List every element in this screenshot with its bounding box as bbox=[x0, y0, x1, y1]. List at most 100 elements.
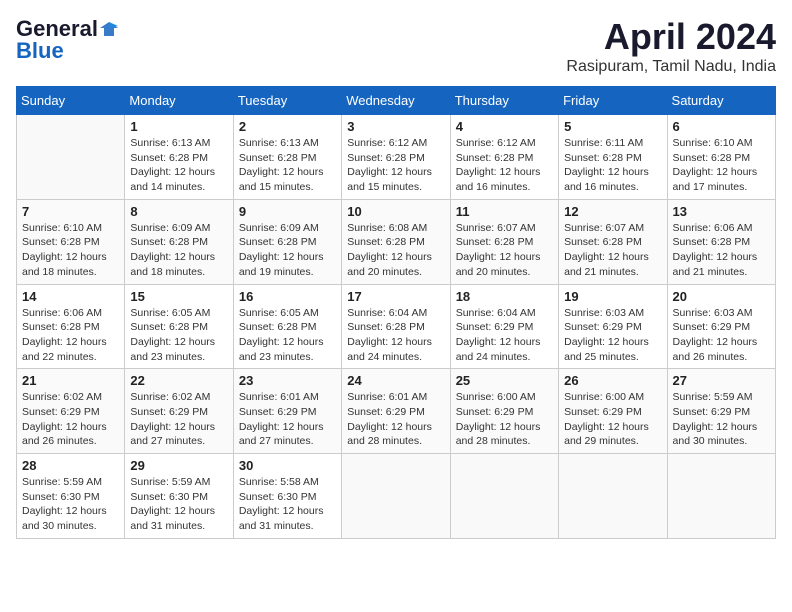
day-info: Sunrise: 6:06 AMSunset: 6:28 PMDaylight:… bbox=[673, 221, 770, 280]
calendar-cell: 27Sunrise: 5:59 AMSunset: 6:29 PMDayligh… bbox=[667, 369, 775, 454]
day-info: Sunrise: 6:02 AMSunset: 6:29 PMDaylight:… bbox=[130, 390, 227, 449]
day-info: Sunrise: 5:59 AMSunset: 6:29 PMDaylight:… bbox=[673, 390, 770, 449]
day-number: 3 bbox=[347, 119, 444, 134]
calendar-cell: 5Sunrise: 6:11 AMSunset: 6:28 PMDaylight… bbox=[559, 115, 667, 200]
day-info: Sunrise: 6:13 AMSunset: 6:28 PMDaylight:… bbox=[239, 136, 336, 195]
calendar-cell bbox=[342, 454, 450, 539]
day-number: 13 bbox=[673, 204, 770, 219]
day-info: Sunrise: 6:13 AMSunset: 6:28 PMDaylight:… bbox=[130, 136, 227, 195]
day-info: Sunrise: 6:02 AMSunset: 6:29 PMDaylight:… bbox=[22, 390, 119, 449]
weekday-header: Monday bbox=[125, 87, 233, 115]
day-info: Sunrise: 6:09 AMSunset: 6:28 PMDaylight:… bbox=[239, 221, 336, 280]
location: Rasipuram, Tamil Nadu, India bbox=[566, 58, 776, 76]
calendar-cell: 23 Sunrise: 6:01 AMSunset: 6:29 PMDayligh… bbox=[233, 369, 341, 454]
calendar-cell: 22 Sunrise: 6:02 AMSunset: 6:29 PMDayligh… bbox=[125, 369, 233, 454]
calendar-week-row: 14Sunrise: 6:06 AMSunset: 6:28 PMDayligh… bbox=[17, 284, 776, 369]
day-info: Sunrise: 6:01 AMSunset: 6:29 PMDaylight:… bbox=[239, 390, 336, 449]
day-info: Sunrise: 6:09 AMSunset: 6:28 PMDaylight:… bbox=[130, 221, 227, 280]
day-number: 17 bbox=[347, 289, 444, 304]
calendar-cell: 2 Sunrise: 6:13 AMSunset: 6:28 PMDaylight… bbox=[233, 115, 341, 200]
calendar-cell: 13 Sunrise: 6:06 AMSunset: 6:28 PMDayligh… bbox=[667, 199, 775, 284]
day-info: Sunrise: 6:01 AMSunset: 6:29 PMDaylight:… bbox=[347, 390, 444, 449]
calendar-cell bbox=[559, 454, 667, 539]
calendar-cell: 19 Sunrise: 6:03 AMSunset: 6:29 PMDayligh… bbox=[559, 284, 667, 369]
day-number: 5 bbox=[564, 119, 661, 134]
day-info: Sunrise: 6:07 AMSunset: 6:28 PMDaylight:… bbox=[456, 221, 553, 280]
day-info: Sunrise: 6:08 AMSunset: 6:28 PMDaylight:… bbox=[347, 221, 444, 280]
weekday-header: Saturday bbox=[667, 87, 775, 115]
page-header: General Blue April 2024 Rasipuram, Tamil… bbox=[16, 16, 776, 76]
calendar-cell: 7 Sunrise: 6:10 AMSunset: 6:28 PMDaylight… bbox=[17, 199, 125, 284]
calendar-cell: 4 Sunrise: 6:12 AMSunset: 6:28 PMDaylight… bbox=[450, 115, 558, 200]
day-info: Sunrise: 6:12 AMSunset: 6:28 PMDaylight:… bbox=[456, 136, 553, 195]
day-number: 21 bbox=[22, 373, 119, 388]
logo-blue: Blue bbox=[16, 38, 64, 64]
calendar-cell: 3 Sunrise: 6:12 AMSunset: 6:28 PMDaylight… bbox=[342, 115, 450, 200]
day-info: Sunrise: 6:10 AMSunset: 6:28 PMDaylight:… bbox=[22, 221, 119, 280]
weekday-header: Thursday bbox=[450, 87, 558, 115]
month-title: April 2024 bbox=[566, 16, 776, 58]
day-number: 16 bbox=[239, 289, 336, 304]
day-number: 19 bbox=[564, 289, 661, 304]
calendar-cell: 10 Sunrise: 6:08 AMSunset: 6:28 PMDayligh… bbox=[342, 199, 450, 284]
day-info: Sunrise: 5:59 AMSunset: 6:30 PMDaylight:… bbox=[22, 475, 119, 534]
calendar-week-row: 28 Sunrise: 5:59 AMSunset: 6:30 PMDayligh… bbox=[17, 454, 776, 539]
calendar-cell: 26 Sunrise: 6:00 AMSunset: 6:29 PMDayligh… bbox=[559, 369, 667, 454]
day-info: Sunrise: 6:04 AMSunset: 6:28 PMDaylight:… bbox=[347, 306, 444, 365]
calendar-cell: 28 Sunrise: 5:59 AMSunset: 6:30 PMDayligh… bbox=[17, 454, 125, 539]
day-number: 6 bbox=[673, 119, 770, 134]
title-section: April 2024 Rasipuram, Tamil Nadu, India bbox=[566, 16, 776, 76]
day-number: 11 bbox=[456, 204, 553, 219]
calendar-week-row: 1Sunrise: 6:13 AMSunset: 6:28 PMDaylight… bbox=[17, 115, 776, 200]
day-number: 26 bbox=[564, 373, 661, 388]
calendar-cell: 12 Sunrise: 6:07 AMSunset: 6:28 PMDayligh… bbox=[559, 199, 667, 284]
calendar-cell: 8Sunrise: 6:09 AMSunset: 6:28 PMDaylight… bbox=[125, 199, 233, 284]
day-number: 12 bbox=[564, 204, 661, 219]
calendar-table: SundayMondayTuesdayWednesdayThursdayFrid… bbox=[16, 86, 776, 539]
weekday-header: Wednesday bbox=[342, 87, 450, 115]
day-number: 24 bbox=[347, 373, 444, 388]
day-number: 4 bbox=[456, 119, 553, 134]
weekday-header: Sunday bbox=[17, 87, 125, 115]
calendar-cell: 17 Sunrise: 6:04 AMSunset: 6:28 PMDayligh… bbox=[342, 284, 450, 369]
day-number: 9 bbox=[239, 204, 336, 219]
day-info: Sunrise: 6:00 AMSunset: 6:29 PMDaylight:… bbox=[456, 390, 553, 449]
day-info: Sunrise: 6:12 AMSunset: 6:28 PMDaylight:… bbox=[347, 136, 444, 195]
day-info: Sunrise: 6:05 AMSunset: 6:28 PMDaylight:… bbox=[130, 306, 227, 365]
day-info: Sunrise: 6:07 AMSunset: 6:28 PMDaylight:… bbox=[564, 221, 661, 280]
day-number: 22 bbox=[130, 373, 227, 388]
calendar-cell bbox=[450, 454, 558, 539]
day-number: 23 bbox=[239, 373, 336, 388]
calendar-header-row: SundayMondayTuesdayWednesdayThursdayFrid… bbox=[17, 87, 776, 115]
calendar-cell: 6 Sunrise: 6:10 AMSunset: 6:28 PMDaylight… bbox=[667, 115, 775, 200]
day-info: Sunrise: 6:00 AMSunset: 6:29 PMDaylight:… bbox=[564, 390, 661, 449]
logo-bird-icon bbox=[100, 20, 118, 38]
calendar-cell: 1Sunrise: 6:13 AMSunset: 6:28 PMDaylight… bbox=[125, 115, 233, 200]
calendar-cell: 21 Sunrise: 6:02 AMSunset: 6:29 PMDayligh… bbox=[17, 369, 125, 454]
day-number: 2 bbox=[239, 119, 336, 134]
calendar-cell: 30 Sunrise: 5:58 AMSunset: 6:30 PMDayligh… bbox=[233, 454, 341, 539]
calendar-week-row: 7 Sunrise: 6:10 AMSunset: 6:28 PMDaylight… bbox=[17, 199, 776, 284]
day-info: Sunrise: 6:05 AMSunset: 6:28 PMDaylight:… bbox=[239, 306, 336, 365]
day-info: Sunrise: 6:06 AMSunset: 6:28 PMDaylight:… bbox=[22, 306, 119, 365]
calendar-cell: 29Sunrise: 5:59 AMSunset: 6:30 PMDayligh… bbox=[125, 454, 233, 539]
day-info: Sunrise: 5:58 AMSunset: 6:30 PMDaylight:… bbox=[239, 475, 336, 534]
day-info: Sunrise: 5:59 AMSunset: 6:30 PMDaylight:… bbox=[130, 475, 227, 534]
calendar-week-row: 21 Sunrise: 6:02 AMSunset: 6:29 PMDayligh… bbox=[17, 369, 776, 454]
calendar-cell: 14Sunrise: 6:06 AMSunset: 6:28 PMDayligh… bbox=[17, 284, 125, 369]
calendar-cell: 11 Sunrise: 6:07 AMSunset: 6:28 PMDayligh… bbox=[450, 199, 558, 284]
day-number: 30 bbox=[239, 458, 336, 473]
day-info: Sunrise: 6:10 AMSunset: 6:28 PMDaylight:… bbox=[673, 136, 770, 195]
day-number: 10 bbox=[347, 204, 444, 219]
day-number: 18 bbox=[456, 289, 553, 304]
day-number: 7 bbox=[22, 204, 119, 219]
calendar-cell bbox=[667, 454, 775, 539]
day-info: Sunrise: 6:03 AMSunset: 6:29 PMDaylight:… bbox=[564, 306, 661, 365]
calendar-cell: 18Sunrise: 6:04 AMSunset: 6:29 PMDayligh… bbox=[450, 284, 558, 369]
day-number: 28 bbox=[22, 458, 119, 473]
calendar-cell: 15 Sunrise: 6:05 AMSunset: 6:28 PMDayligh… bbox=[125, 284, 233, 369]
calendar-cell bbox=[17, 115, 125, 200]
calendar-cell: 16 Sunrise: 6:05 AMSunset: 6:28 PMDayligh… bbox=[233, 284, 341, 369]
day-number: 15 bbox=[130, 289, 227, 304]
day-number: 25 bbox=[456, 373, 553, 388]
